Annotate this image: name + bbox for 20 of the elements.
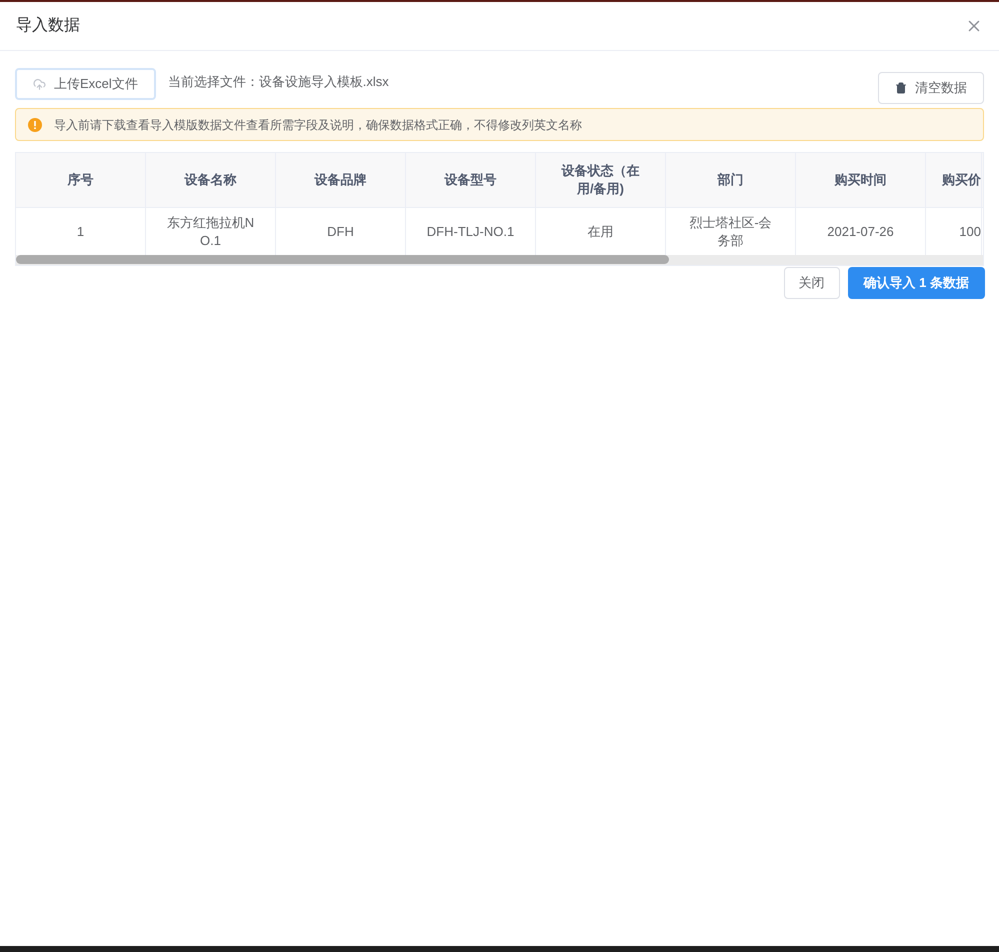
horizontal-scrollbar[interactable] — [16, 255, 983, 265]
scrollbar-thumb[interactable] — [16, 255, 669, 264]
clear-data-button[interactable]: 清空数据 — [878, 72, 984, 104]
cloud-upload-icon — [33, 78, 46, 90]
column-header: 购买价 — [926, 153, 982, 207]
column-header: 部门 — [666, 153, 796, 207]
column-header: 设备品牌 — [276, 153, 406, 207]
confirm-import-button[interactable]: 确认导入 1 条数据 — [848, 267, 985, 299]
column-header: 设备名称 — [146, 153, 276, 207]
column-header: 设备型号 — [406, 153, 536, 207]
alert-text: 导入前请下载查看导入模版数据文件查看所需字段及说明，确保数据格式正确，不得修改列英文名称 — [54, 116, 582, 134]
current-file-label: 当前选择文件：设备设施导入模板.xlsx — [168, 73, 389, 92]
column-header: 序号 — [16, 153, 146, 207]
column-header: 购买时间 — [796, 153, 926, 207]
dialog-title: 导入数据 — [16, 16, 80, 36]
trash-icon — [895, 82, 907, 94]
close-button[interactable]: 关闭 — [784, 267, 840, 299]
warning-icon — [28, 118, 42, 132]
column-header: 设备状态（在用/备用) — [536, 153, 666, 207]
upload-button[interactable]: 上传Excel文件 — [15, 68, 156, 100]
